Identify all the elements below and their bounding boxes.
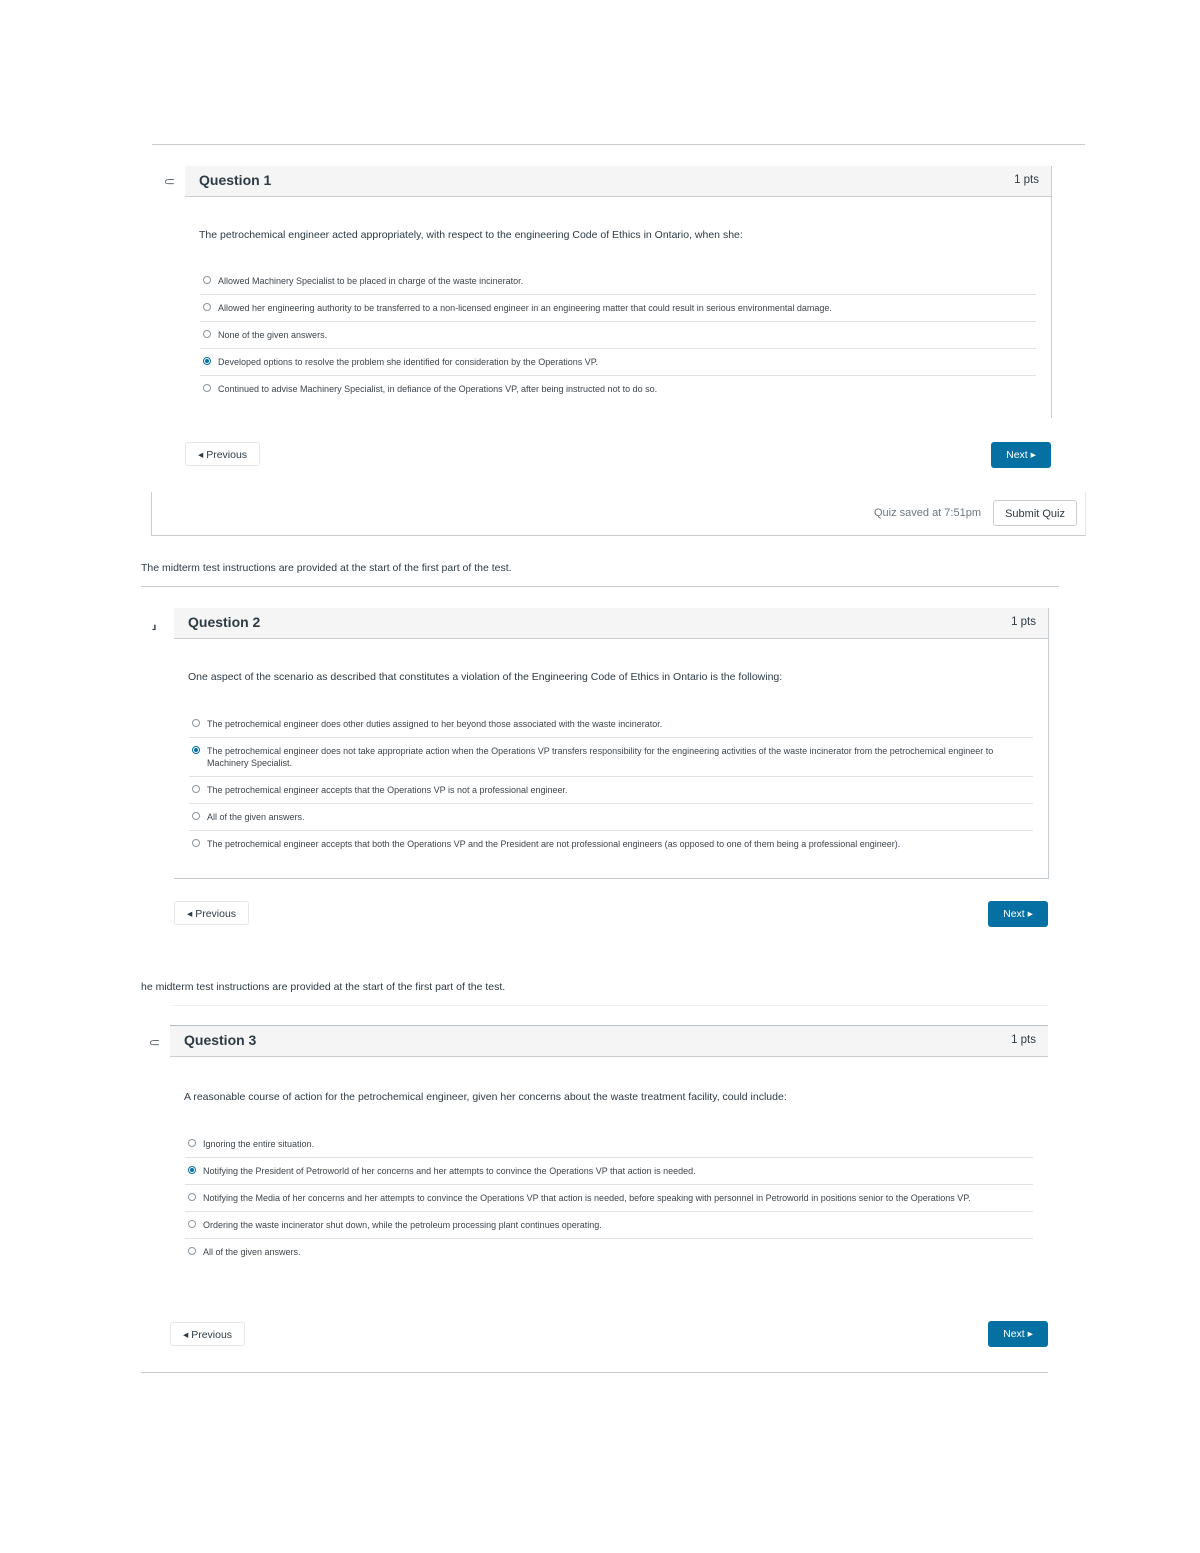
question-title: Question 1: [199, 172, 272, 188]
answer-option[interactable]: The petrochemical engineer does not take…: [189, 738, 1033, 777]
radio-button[interactable]: [188, 1193, 196, 1201]
answer-option[interactable]: None of the given answers.: [200, 322, 1036, 349]
answer-list: Allowed Machinery Specialist to be place…: [200, 268, 1036, 402]
answer-label: The petrochemical engineer does other du…: [207, 719, 663, 729]
answer-label: Continued to advise Machinery Specialist…: [218, 384, 658, 394]
instructions-note: The midterm test instructions are provid…: [141, 562, 512, 574]
radio-button[interactable]: [203, 276, 211, 284]
radio-button[interactable]: [203, 384, 211, 392]
section-divider: [170, 1005, 1048, 1006]
radio-button[interactable]: [188, 1139, 196, 1147]
answer-list: Ignoring the entire situation. Notifying…: [185, 1131, 1033, 1265]
question-header: Question 3 1 pts: [170, 1026, 1048, 1057]
answer-label: Allowed her engineering authority to be …: [218, 303, 832, 313]
answer-option[interactable]: Allowed her engineering authority to be …: [200, 295, 1036, 322]
radio-button-selected[interactable]: [188, 1166, 196, 1174]
answer-label: None of the given answers.: [218, 330, 328, 340]
answer-label: Notifying the Media of her concerns and …: [203, 1193, 971, 1203]
radio-button[interactable]: [188, 1220, 196, 1228]
answer-option[interactable]: Notifying the Media of her concerns and …: [185, 1185, 1033, 1212]
answer-label: The petrochemical engineer does not take…: [207, 746, 994, 768]
answer-list: The petrochemical engineer does other du…: [189, 711, 1033, 857]
flag-icon[interactable]: ⸦: [162, 172, 177, 192]
answer-label: The petrochemical engineer accepts that …: [207, 839, 901, 849]
question-title: Question 3: [184, 1032, 257, 1048]
radio-button[interactable]: [192, 812, 200, 820]
answer-option[interactable]: The petrochemical engineer accepts that …: [189, 777, 1033, 804]
radio-button[interactable]: [192, 839, 200, 847]
top-divider: [152, 144, 1085, 145]
answer-option[interactable]: The petrochemical engineer does other du…: [189, 711, 1033, 738]
answer-label: The petrochemical engineer accepts that …: [207, 785, 568, 795]
question-points: 1 pts: [1011, 1034, 1036, 1046]
radio-button[interactable]: [192, 785, 200, 793]
answer-label: Allowed Machinery Specialist to be place…: [218, 276, 524, 286]
section-divider: [141, 586, 1059, 587]
question-points: 1 pts: [1014, 174, 1039, 186]
answer-option[interactable]: Allowed Machinery Specialist to be place…: [200, 268, 1036, 295]
answer-label: All of the given answers.: [203, 1247, 301, 1257]
next-button[interactable]: Next ▸: [988, 901, 1048, 927]
quiz-footer: Quiz saved at 7:51pm Submit Quiz: [151, 492, 1086, 536]
question-header: Question 1 1 pts: [185, 166, 1051, 197]
answer-option[interactable]: Developed options to resolve the problem…: [200, 349, 1036, 376]
flag-icon[interactable]: ⸦: [147, 1033, 162, 1053]
answer-label: Notifying the President of Petroworld of…: [203, 1166, 696, 1176]
radio-button[interactable]: [192, 719, 200, 727]
answer-label: Ignoring the entire situation.: [203, 1139, 315, 1149]
answer-label: Ordering the waste incinerator shut down…: [203, 1220, 602, 1230]
answer-option[interactable]: Continued to advise Machinery Specialist…: [200, 376, 1036, 402]
question-text: One aspect of the scenario as described …: [188, 671, 783, 683]
quiz-saved-status: Quiz saved at 7:51pm: [873, 507, 981, 519]
previous-button[interactable]: ◂ Previous: [174, 901, 250, 925]
question-text: The petrochemical engineer acted appropr…: [199, 229, 743, 241]
instructions-note: he midterm test instructions are provide…: [141, 981, 506, 993]
previous-button[interactable]: ◂ Previous: [170, 1322, 246, 1346]
radio-button[interactable]: [188, 1247, 196, 1255]
submit-quiz-button[interactable]: Submit Quiz: [993, 500, 1077, 526]
bottom-divider: [141, 1372, 1048, 1373]
question-points: 1 pts: [1011, 616, 1036, 628]
radio-button[interactable]: [203, 303, 211, 311]
answer-option[interactable]: All of the given answers.: [185, 1239, 1033, 1265]
radio-button[interactable]: [203, 330, 211, 338]
answer-option[interactable]: Ignoring the entire situation.: [185, 1131, 1033, 1158]
question-header: Question 2 1 pts: [174, 608, 1048, 639]
flag-icon[interactable]: ⸥: [151, 614, 157, 632]
answer-option[interactable]: Ordering the waste incinerator shut down…: [185, 1212, 1033, 1239]
answer-option[interactable]: The petrochemical engineer accepts that …: [189, 831, 1033, 857]
question-1: Question 1 1 pts The petrochemical engin…: [185, 166, 1052, 418]
question-text: A reasonable course of action for the pe…: [184, 1091, 787, 1103]
answer-option[interactable]: All of the given answers.: [189, 804, 1033, 831]
previous-button[interactable]: ◂ Previous: [185, 442, 261, 466]
next-button[interactable]: Next ▸: [988, 1321, 1048, 1347]
question-2: Question 2 1 pts One aspect of the scena…: [174, 608, 1049, 879]
radio-button-selected[interactable]: [203, 357, 211, 365]
question-title: Question 2: [188, 614, 261, 630]
answer-label: Developed options to resolve the problem…: [218, 357, 599, 367]
next-button[interactable]: Next ▸: [991, 442, 1051, 468]
answer-label: All of the given answers.: [207, 812, 305, 822]
answer-option[interactable]: Notifying the President of Petroworld of…: [185, 1158, 1033, 1185]
radio-button-selected[interactable]: [192, 746, 200, 754]
question-3: Question 3 1 pts A reasonable course of …: [170, 1025, 1048, 1296]
